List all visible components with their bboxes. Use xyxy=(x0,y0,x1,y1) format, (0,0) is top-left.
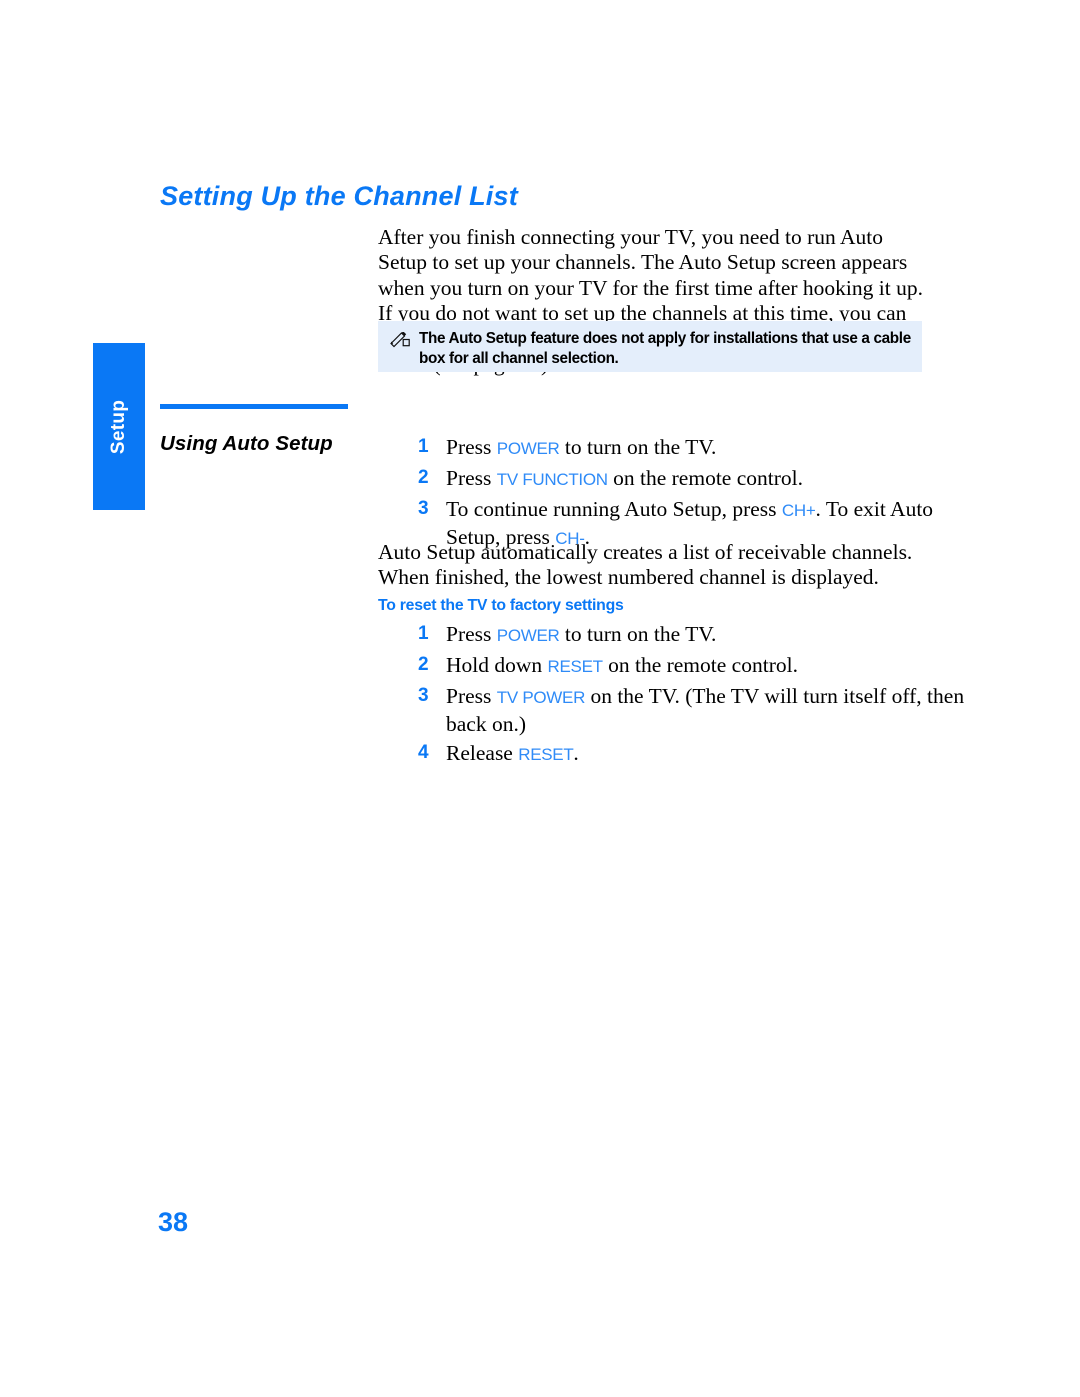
button-name-token: TV FUNCTION xyxy=(496,470,608,489)
step-number: 2 xyxy=(418,654,429,675)
step-item: 1 Press POWER to turn on the TV. xyxy=(418,621,970,649)
section-tab-label: Setup xyxy=(108,399,129,454)
step-number: 3 xyxy=(418,685,429,706)
step-number: 3 xyxy=(418,498,429,519)
step-item: 1 Press POWER to turn on the TV. xyxy=(418,434,970,462)
step-number: 1 xyxy=(418,623,429,644)
side-heading-using-auto-setup: Using Auto Setup xyxy=(160,432,333,455)
step-item: 2 Press TV FUNCTION on the remote control… xyxy=(418,465,970,493)
button-name-token: POWER xyxy=(496,626,560,645)
button-name-token: TV POWER xyxy=(496,688,586,707)
auto-setup-step-list: 1 Press POWER to turn on the TV. 2 Press TV… xyxy=(378,434,970,555)
step-text: Press TV POWER on the TV. (The TV will t… xyxy=(446,684,965,736)
note-callout: The Auto Setup feature does not apply fo… xyxy=(378,321,922,372)
note-pencil-icon xyxy=(390,332,410,348)
factory-reset-step-list: 1 Press POWER to turn on the TV. 2 Hold dow… xyxy=(378,621,970,771)
section-tab-setup: Setup xyxy=(93,343,145,510)
subheading-factory-reset: To reset the TV to factory settings xyxy=(378,596,624,614)
step-item: 4 Release RESET. xyxy=(418,740,970,768)
step-text: Release RESET. xyxy=(446,741,579,765)
step-number: 2 xyxy=(418,467,429,488)
step-item: 3 Press TV POWER on the TV. (The TV will … xyxy=(418,683,970,737)
button-name-token: CH+ xyxy=(781,501,816,520)
page-title: Setting Up the Channel List xyxy=(160,181,518,212)
step-item: 2 Hold down RESET on the remote control. xyxy=(418,652,970,680)
button-name-token: RESET xyxy=(547,657,603,676)
note-text: The Auto Setup feature does not apply fo… xyxy=(419,330,911,367)
page-number: 38 xyxy=(158,1207,189,1237)
result-paragraph: Auto Setup automatically creates a list … xyxy=(378,539,913,590)
step-text: Press POWER to turn on the TV. xyxy=(446,622,717,646)
side-heading-rule xyxy=(160,404,348,409)
step-text: Press TV FUNCTION on the remote control. xyxy=(446,466,803,490)
step-number: 1 xyxy=(418,436,429,457)
button-name-token: POWER xyxy=(496,439,560,458)
button-name-token: RESET xyxy=(518,745,574,764)
step-number: 4 xyxy=(418,742,429,763)
step-text: Hold down RESET on the remote control. xyxy=(446,653,798,677)
step-text: Press POWER to turn on the TV. xyxy=(446,435,717,459)
